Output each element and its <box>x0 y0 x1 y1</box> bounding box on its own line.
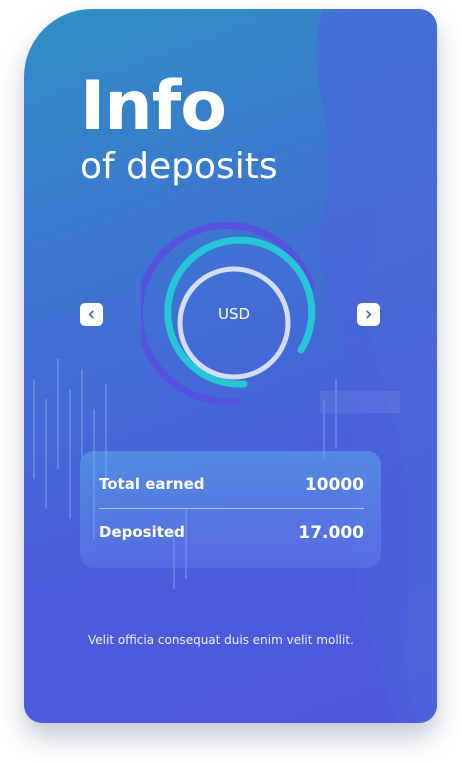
page-subtitle: of deposits <box>80 146 278 187</box>
page-title: Info <box>80 67 227 146</box>
next-currency-button[interactable] <box>357 303 380 326</box>
deposits-card: Info of deposits USD Total earned 10000 … <box>24 9 437 723</box>
prev-currency-button[interactable] <box>80 303 103 326</box>
stat-value: 17.000 <box>298 523 364 543</box>
stat-row-deposited: Deposited 17.000 <box>99 523 364 543</box>
stat-label: Deposited <box>99 523 185 541</box>
footer-text: Velit officia consequat duis enim velit … <box>88 633 354 647</box>
chevron-left-icon <box>88 310 94 319</box>
chevron-right-icon <box>366 310 372 319</box>
stat-label: Total earned <box>99 475 205 493</box>
stat-row-total-earned: Total earned 10000 <box>99 475 364 495</box>
stats-panel: Total earned 10000 Deposited 17.000 <box>80 451 381 568</box>
stats-divider <box>99 508 364 509</box>
stat-value: 10000 <box>304 475 364 495</box>
currency-label: USD <box>217 305 251 323</box>
